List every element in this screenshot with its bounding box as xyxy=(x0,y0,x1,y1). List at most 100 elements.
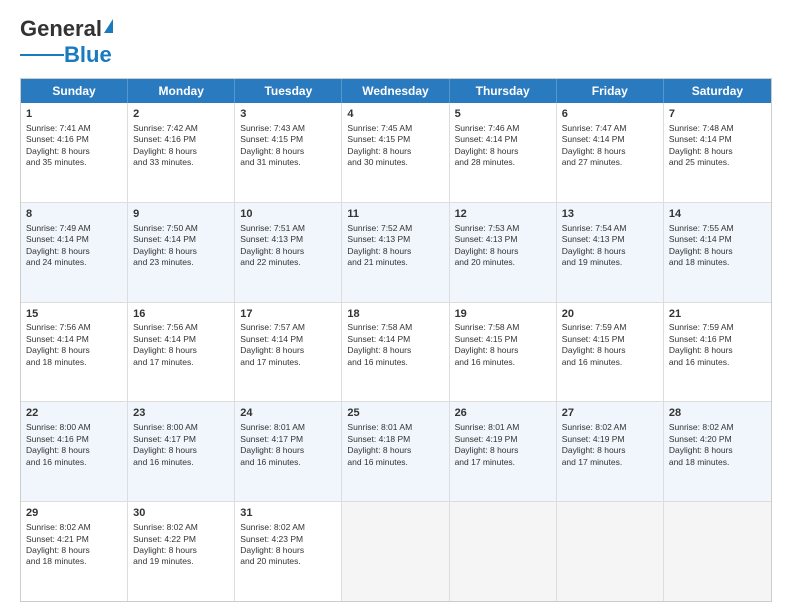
day-28-line-1: Sunset: 4:20 PM xyxy=(669,434,766,445)
day-24-line-1: Sunset: 4:17 PM xyxy=(240,434,336,445)
day-number-22: 22 xyxy=(26,406,122,421)
day-3-line-0: Sunrise: 7:43 AM xyxy=(240,123,336,134)
calendar: Sunday Monday Tuesday Wednesday Thursday… xyxy=(20,78,772,602)
day-cell-19: 19Sunrise: 7:58 AMSunset: 4:15 PMDayligh… xyxy=(450,303,557,402)
day-6-line-0: Sunrise: 7:47 AM xyxy=(562,123,658,134)
day-22-line-3: and 16 minutes. xyxy=(26,457,122,468)
day-number-3: 3 xyxy=(240,107,336,122)
day-2-line-1: Sunset: 4:16 PM xyxy=(133,134,229,145)
day-27-line-2: Daylight: 8 hours xyxy=(562,445,658,456)
day-20-line-0: Sunrise: 7:59 AM xyxy=(562,322,658,333)
day-number-1: 1 xyxy=(26,107,122,122)
day-cell-23: 23Sunrise: 8:00 AMSunset: 4:17 PMDayligh… xyxy=(128,402,235,501)
day-16-line-0: Sunrise: 7:56 AM xyxy=(133,322,229,333)
day-15-line-1: Sunset: 4:14 PM xyxy=(26,334,122,345)
day-9-line-3: and 23 minutes. xyxy=(133,257,229,268)
day-number-13: 13 xyxy=(562,207,658,222)
day-cell-10: 10Sunrise: 7:51 AMSunset: 4:13 PMDayligh… xyxy=(235,203,342,302)
week-row-5: 29Sunrise: 8:02 AMSunset: 4:21 PMDayligh… xyxy=(21,502,771,601)
calendar-body: 1Sunrise: 7:41 AMSunset: 4:16 PMDaylight… xyxy=(21,103,771,601)
day-21-line-0: Sunrise: 7:59 AM xyxy=(669,322,766,333)
day-number-26: 26 xyxy=(455,406,551,421)
day-number-7: 7 xyxy=(669,107,766,122)
day-cell-31: 31Sunrise: 8:02 AMSunset: 4:23 PMDayligh… xyxy=(235,502,342,601)
day-6-line-1: Sunset: 4:14 PM xyxy=(562,134,658,145)
day-8-line-2: Daylight: 8 hours xyxy=(26,246,122,257)
day-14-line-2: Daylight: 8 hours xyxy=(669,246,766,257)
day-number-5: 5 xyxy=(455,107,551,122)
day-5-line-2: Daylight: 8 hours xyxy=(455,146,551,157)
day-15-line-2: Daylight: 8 hours xyxy=(26,345,122,356)
day-cell-24: 24Sunrise: 8:01 AMSunset: 4:17 PMDayligh… xyxy=(235,402,342,501)
day-cell-5: 5Sunrise: 7:46 AMSunset: 4:14 PMDaylight… xyxy=(450,103,557,202)
day-3-line-1: Sunset: 4:15 PM xyxy=(240,134,336,145)
day-28-line-0: Sunrise: 8:02 AM xyxy=(669,422,766,433)
day-1-line-2: Daylight: 8 hours xyxy=(26,146,122,157)
logo-flag-icon xyxy=(104,19,113,33)
day-22-line-2: Daylight: 8 hours xyxy=(26,445,122,456)
day-14-line-0: Sunrise: 7:55 AM xyxy=(669,223,766,234)
day-number-20: 20 xyxy=(562,307,658,322)
day-cell-18: 18Sunrise: 7:58 AMSunset: 4:14 PMDayligh… xyxy=(342,303,449,402)
day-13-line-2: Daylight: 8 hours xyxy=(562,246,658,257)
day-cell-7: 7Sunrise: 7:48 AMSunset: 4:14 PMDaylight… xyxy=(664,103,771,202)
day-23-line-3: and 16 minutes. xyxy=(133,457,229,468)
day-31-line-0: Sunrise: 8:02 AM xyxy=(240,522,336,533)
day-number-21: 21 xyxy=(669,307,766,322)
day-6-line-3: and 27 minutes. xyxy=(562,157,658,168)
day-31-line-2: Daylight: 8 hours xyxy=(240,545,336,556)
day-27-line-1: Sunset: 4:19 PM xyxy=(562,434,658,445)
day-1-line-1: Sunset: 4:16 PM xyxy=(26,134,122,145)
week-row-3: 15Sunrise: 7:56 AMSunset: 4:14 PMDayligh… xyxy=(21,303,771,403)
header: General Blue xyxy=(20,16,772,68)
header-monday: Monday xyxy=(128,79,235,103)
day-23-line-2: Daylight: 8 hours xyxy=(133,445,229,456)
day-16-line-3: and 17 minutes. xyxy=(133,357,229,368)
header-sunday: Sunday xyxy=(21,79,128,103)
day-cell-3: 3Sunrise: 7:43 AMSunset: 4:15 PMDaylight… xyxy=(235,103,342,202)
day-30-line-1: Sunset: 4:22 PM xyxy=(133,534,229,545)
day-20-line-1: Sunset: 4:15 PM xyxy=(562,334,658,345)
day-19-line-0: Sunrise: 7:58 AM xyxy=(455,322,551,333)
day-26-line-2: Daylight: 8 hours xyxy=(455,445,551,456)
day-11-line-0: Sunrise: 7:52 AM xyxy=(347,223,443,234)
day-18-line-2: Daylight: 8 hours xyxy=(347,345,443,356)
day-number-11: 11 xyxy=(347,207,443,222)
day-cell-26: 26Sunrise: 8:01 AMSunset: 4:19 PMDayligh… xyxy=(450,402,557,501)
day-9-line-2: Daylight: 8 hours xyxy=(133,246,229,257)
day-21-line-3: and 16 minutes. xyxy=(669,357,766,368)
day-cell-21: 21Sunrise: 7:59 AMSunset: 4:16 PMDayligh… xyxy=(664,303,771,402)
day-19-line-1: Sunset: 4:15 PM xyxy=(455,334,551,345)
day-cell-28: 28Sunrise: 8:02 AMSunset: 4:20 PMDayligh… xyxy=(664,402,771,501)
day-number-19: 19 xyxy=(455,307,551,322)
day-cell-12: 12Sunrise: 7:53 AMSunset: 4:13 PMDayligh… xyxy=(450,203,557,302)
day-19-line-2: Daylight: 8 hours xyxy=(455,345,551,356)
day-number-27: 27 xyxy=(562,406,658,421)
day-10-line-2: Daylight: 8 hours xyxy=(240,246,336,257)
day-cell-27: 27Sunrise: 8:02 AMSunset: 4:19 PMDayligh… xyxy=(557,402,664,501)
day-22-line-1: Sunset: 4:16 PM xyxy=(26,434,122,445)
day-20-line-2: Daylight: 8 hours xyxy=(562,345,658,356)
day-21-line-1: Sunset: 4:16 PM xyxy=(669,334,766,345)
day-24-line-0: Sunrise: 8:01 AM xyxy=(240,422,336,433)
day-4-line-1: Sunset: 4:15 PM xyxy=(347,134,443,145)
day-16-line-1: Sunset: 4:14 PM xyxy=(133,334,229,345)
day-12-line-0: Sunrise: 7:53 AM xyxy=(455,223,551,234)
day-25-line-2: Daylight: 8 hours xyxy=(347,445,443,456)
week-row-1: 1Sunrise: 7:41 AMSunset: 4:16 PMDaylight… xyxy=(21,103,771,203)
day-6-line-2: Daylight: 8 hours xyxy=(562,146,658,157)
day-17-line-2: Daylight: 8 hours xyxy=(240,345,336,356)
day-24-line-3: and 16 minutes. xyxy=(240,457,336,468)
day-cell-13: 13Sunrise: 7:54 AMSunset: 4:13 PMDayligh… xyxy=(557,203,664,302)
day-cell-30: 30Sunrise: 8:02 AMSunset: 4:22 PMDayligh… xyxy=(128,502,235,601)
day-11-line-3: and 21 minutes. xyxy=(347,257,443,268)
day-number-29: 29 xyxy=(26,506,122,521)
day-30-line-2: Daylight: 8 hours xyxy=(133,545,229,556)
day-18-line-3: and 16 minutes. xyxy=(347,357,443,368)
calendar-header: Sunday Monday Tuesday Wednesday Thursday… xyxy=(21,79,771,103)
day-number-24: 24 xyxy=(240,406,336,421)
day-number-31: 31 xyxy=(240,506,336,521)
day-13-line-1: Sunset: 4:13 PM xyxy=(562,234,658,245)
day-30-line-3: and 19 minutes. xyxy=(133,556,229,567)
day-cell-1: 1Sunrise: 7:41 AMSunset: 4:16 PMDaylight… xyxy=(21,103,128,202)
